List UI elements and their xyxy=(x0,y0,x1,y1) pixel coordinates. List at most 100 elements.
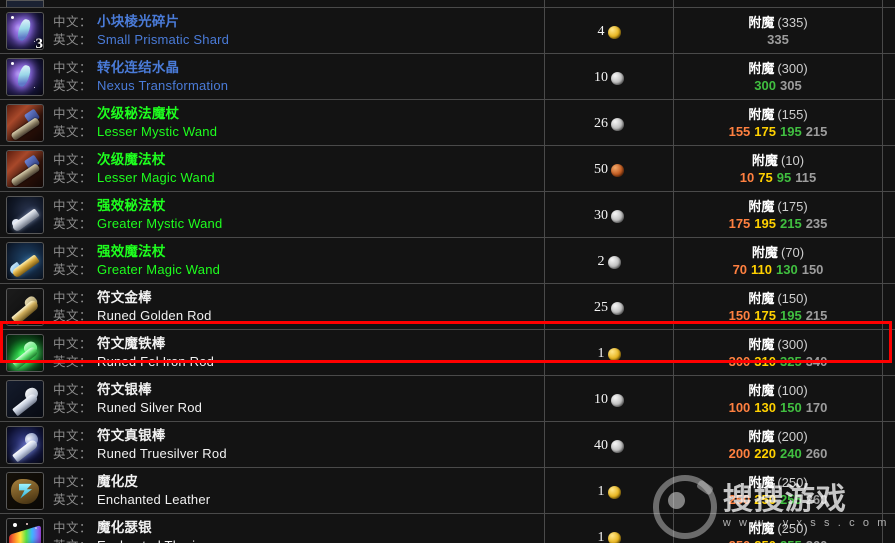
runed-golden-rod-icon[interactable] xyxy=(6,287,44,326)
cell-item[interactable]: 中文： 符文魔铁棒 英文： Runed Fel Iron Rod xyxy=(0,329,545,376)
cell-item[interactable]: 中文： 符文金棒 英文： Runed Golden Rod xyxy=(0,283,545,330)
silver-coin-icon xyxy=(611,302,624,315)
table-row[interactable]: 中文： 符文银棒 英文： Runed Silver Rod 10 附魔 (100) 100 13… xyxy=(0,375,895,422)
table-row[interactable]: 中文： 符文真银棒 英文： Runed Truesilver Rod 40 附魔 (200)… xyxy=(0,421,895,468)
skillup-value: 250 xyxy=(728,491,751,507)
profession-level: (300) xyxy=(777,336,808,352)
runed-truesilver-rod-icon[interactable] xyxy=(6,425,44,464)
item-name-en-line: 英文： Greater Magic Wand xyxy=(53,261,220,279)
nexus-transformation-icon[interactable] xyxy=(6,57,44,96)
prismatic-shard-icon[interactable]: 3 xyxy=(6,11,44,50)
cell-item[interactable]: 中文： 魔化皮 英文： Enchanted Leather xyxy=(0,467,545,514)
skillup-value: 175 xyxy=(754,123,776,139)
item-name-en[interactable]: Runed Fel Iron Rod xyxy=(97,354,214,369)
table-row[interactable]: 中文： 转化连结水晶 英文： Nexus Transformation 10 附魔 (300… xyxy=(0,53,895,100)
cell-spacer xyxy=(882,283,895,330)
item-name-en[interactable]: Small Prismatic Shard xyxy=(97,32,229,47)
table-row[interactable]: 3 中文： 小块棱光碎片 英文： Small Prismatic Shard 4 附魔 (33… xyxy=(0,7,895,54)
gold-coin-icon xyxy=(607,532,621,543)
item-name-en-line: 英文： Runed Truesilver Rod xyxy=(53,445,227,463)
item-name-zh[interactable]: 符文金棒 xyxy=(97,290,152,305)
quantity-number: 4 xyxy=(597,23,605,39)
greater-magic-wand-icon[interactable] xyxy=(6,241,44,280)
skillup-value: 260 xyxy=(806,538,828,543)
enchanted-leather-icon[interactable] xyxy=(6,471,44,510)
skillup-value: 100 xyxy=(728,399,751,415)
profession-level: (175) xyxy=(777,198,808,214)
skillup-value: 215 xyxy=(805,123,828,139)
cell-item[interactable]: 中文： 符文真银棒 英文： Runed Truesilver Rod xyxy=(0,421,545,468)
profession-name: 附魔 xyxy=(748,14,775,30)
item-name-en[interactable]: Lesser Mystic Wand xyxy=(97,124,217,139)
table-row[interactable]: 中文： 次级秘法魔杖 英文： Lesser Mystic Wand 26 附魔 (155) 1… xyxy=(0,99,895,146)
item-name-zh[interactable]: 强效魔法杖 xyxy=(97,244,166,259)
table-row[interactable]: 中文： 符文金棒 英文： Runed Golden Rod 25 附魔 (150) 150 17… xyxy=(0,283,895,330)
cell-item[interactable]: 中文： 次级秘法魔杖 英文： Lesser Mystic Wand xyxy=(0,99,545,146)
item-name-zh[interactable]: 符文真银棒 xyxy=(97,428,166,443)
cell-item[interactable]: 中文： 强效秘法杖 英文： Greater Mystic Wand xyxy=(0,191,545,238)
label-en: 英文： xyxy=(53,539,92,543)
greater-mystic-wand-icon[interactable] xyxy=(6,195,44,234)
item-name-zh[interactable]: 次级秘法魔杖 xyxy=(97,106,179,121)
item-name-zh[interactable]: 魔化皮 xyxy=(97,474,138,489)
quantity-value: 1 xyxy=(598,346,621,362)
skillup-value: 220 xyxy=(754,445,776,461)
quantity-number: 25 xyxy=(594,299,608,315)
table-row[interactable]: 中文： 强效秘法杖 英文： Greater Mystic Wand 30 附魔 (175) 1… xyxy=(0,191,895,238)
runed-fel-iron-rod-icon[interactable] xyxy=(6,333,44,372)
table-row[interactable]: 中文： 强效魔法杖 英文： Greater Magic Wand 2 附魔 (70) 70 11… xyxy=(0,237,895,284)
item-name-en[interactable]: Enchanted Thorium xyxy=(97,538,214,543)
table-row[interactable]: 中文： 符文魔铁棒 英文： Runed Fel Iron Rod 1 附魔 (300) 300… xyxy=(0,329,895,376)
profession-level: (250) xyxy=(777,474,808,490)
skill-info: 附魔 (155) 155 175 195 215 xyxy=(674,102,882,144)
skill-info: 附魔 (335) 335 xyxy=(674,10,882,52)
table-row[interactable]: 中文：魔化瑟银英文：Enchanted Thorium1附魔(250)25025… xyxy=(0,513,895,543)
cell-item[interactable]: 中文： 次级魔法杖 英文： Lesser Magic Wand xyxy=(0,145,545,192)
item-name-en-line: 英文： Lesser Magic Wand xyxy=(53,169,215,187)
lesser-mystic-wand-icon[interactable] xyxy=(6,103,44,142)
silver-coin-icon xyxy=(611,440,624,453)
profession-line: 附魔 (250) xyxy=(674,520,882,537)
label-en: 英文： xyxy=(53,354,93,369)
profession-line: 附魔 (335) xyxy=(674,14,882,31)
skillup-colors: 10 75 95 115 xyxy=(674,169,882,186)
item-name-zh[interactable]: 转化连结水晶 xyxy=(97,60,179,75)
table-row[interactable]: 中文： 次级魔法杖 英文： Lesser Magic Wand 50 附魔 (10) 10 75… xyxy=(0,145,895,192)
enchanted-thorium-icon[interactable] xyxy=(6,517,44,543)
item-name-en[interactable]: Runed Truesilver Rod xyxy=(97,446,227,461)
item-name-en[interactable]: Greater Magic Wand xyxy=(97,262,220,277)
item-name-en[interactable]: Runed Golden Rod xyxy=(97,308,212,323)
copper-coin-icon xyxy=(611,164,624,177)
item-name-zh[interactable]: 符文魔铁棒 xyxy=(97,336,166,351)
lesser-magic-wand-icon[interactable] xyxy=(6,149,44,188)
skillup-value: 130 xyxy=(776,261,798,277)
runed-silver-rod-icon[interactable] xyxy=(6,379,44,418)
item-name-en[interactable]: Greater Mystic Wand xyxy=(97,216,222,231)
item-name-zh[interactable]: 小块棱光碎片 xyxy=(97,14,179,29)
cell-item[interactable]: 3 中文： 小块棱光碎片 英文： Small Prismatic Shard xyxy=(0,7,545,54)
item-name-zh[interactable]: 次级魔法杖 xyxy=(97,152,166,167)
cell-item[interactable]: 中文： 符文银棒 英文： Runed Silver Rod xyxy=(0,375,545,422)
silver-coin-icon xyxy=(611,210,624,223)
cell-quantity: 26 xyxy=(544,99,674,146)
item-name-en-line: 英文： Small Prismatic Shard xyxy=(53,31,229,49)
cell-skill: 附魔 (100) 100 130 150 170 xyxy=(673,375,883,422)
item-name-zh[interactable]: 魔化瑟银 xyxy=(97,520,152,535)
item-name-en[interactable]: Runed Silver Rod xyxy=(97,400,202,415)
item-name-en[interactable]: Nexus Transformation xyxy=(97,78,228,93)
cell-item[interactable]: 中文： 转化连结水晶 英文： Nexus Transformation xyxy=(0,53,545,100)
skillup-value: 250 xyxy=(754,491,776,507)
item-name-zh[interactable]: 强效秘法杖 xyxy=(97,198,166,213)
cell-item[interactable]: 中文： 强效魔法杖 英文： Greater Magic Wand xyxy=(0,237,545,284)
item-name-en[interactable]: Enchanted Leather xyxy=(97,492,210,507)
cell-skill: 附魔 (175) 175 195 215 235 xyxy=(673,191,883,238)
skillup-colors: 335 xyxy=(674,31,882,48)
item-name-zh-line: 中文： 符文银棒 xyxy=(53,381,202,399)
item-name-en-line: 英文： Enchanted Thorium xyxy=(53,537,214,543)
cell-quantity: 40 xyxy=(544,421,674,468)
item-name-zh[interactable]: 符文银棒 xyxy=(97,382,152,397)
table-row[interactable]: 中文： 魔化皮 英文： Enchanted Leather 1 附魔 (250) 250 250… xyxy=(0,467,895,514)
cell-item[interactable]: 中文： 魔化瑟银英文： Enchanted Thorium xyxy=(0,513,545,543)
skillup-value: 150 xyxy=(728,307,751,323)
item-name-en[interactable]: Lesser Magic Wand xyxy=(97,170,215,185)
